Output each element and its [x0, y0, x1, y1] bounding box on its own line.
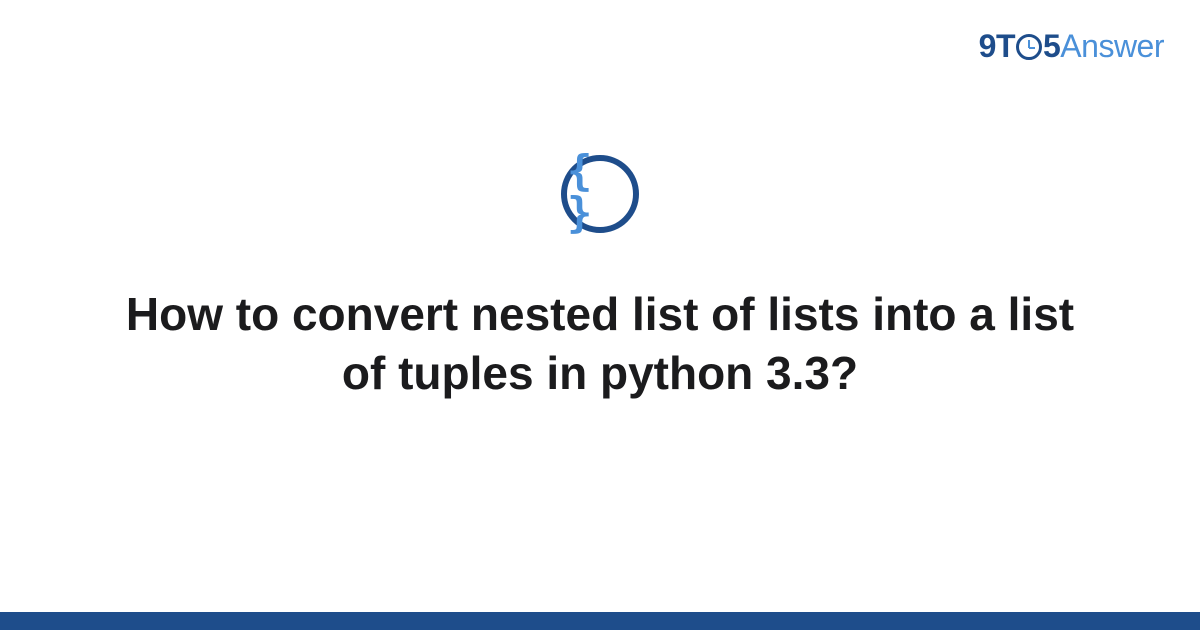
logo-text-9t: 9T [979, 28, 1015, 64]
logo-text-5: 5 [1043, 28, 1060, 64]
braces-glyph: { } [567, 150, 633, 234]
main-content: { } How to convert nested list of lists … [0, 155, 1200, 403]
footer-bar [0, 612, 1200, 630]
site-logo: 9T 5Answer [979, 28, 1164, 65]
question-title: How to convert nested list of lists into… [60, 285, 1140, 403]
code-braces-icon: { } [561, 155, 639, 233]
clock-icon [1016, 34, 1042, 60]
logo-text-answer: Answer [1060, 28, 1164, 64]
